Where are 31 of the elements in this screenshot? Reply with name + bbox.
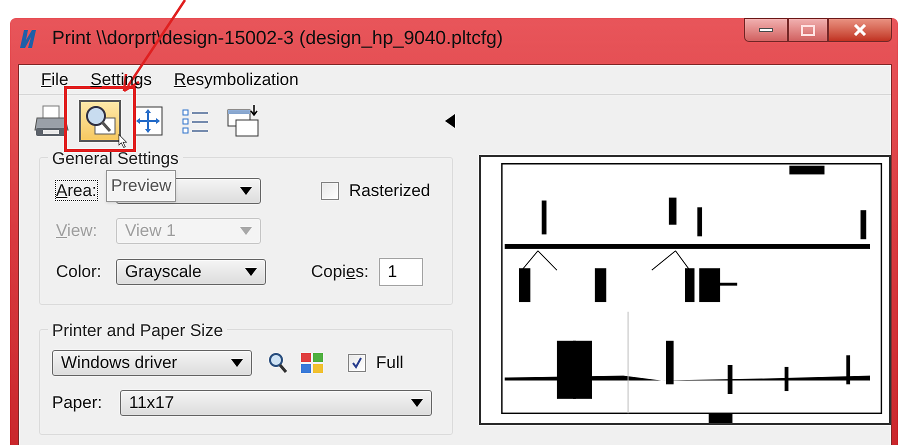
checkbox-label: Full (376, 352, 404, 374)
windows-logo-icon[interactable] (300, 352, 324, 374)
maximize-button[interactable] (788, 18, 828, 42)
menu-item[interactable]: Resymbolization (174, 66, 299, 92)
copies-field[interactable]: 1 (378, 258, 423, 286)
dropdown[interactable]: 11x17 (120, 390, 432, 416)
caret-icon (231, 359, 243, 367)
dropdown[interactable]: Windows driver (52, 350, 252, 376)
move-arrows-icon[interactable] (133, 106, 163, 136)
window-title: Print \\dorprt\design-15002-3 (design_hp_9040.pltcfg) (52, 26, 504, 51)
collapse-arrow-icon[interactable] (445, 114, 455, 128)
checkbox-label: Rasterized (349, 180, 430, 202)
dropdown[interactable]: Grayscale (116, 259, 266, 285)
checkbox[interactable] (321, 182, 339, 200)
menu-item[interactable]: File (41, 66, 68, 92)
field-label: View: (56, 221, 98, 240)
field-label: Paper: (52, 392, 104, 414)
caret-icon (240, 227, 252, 235)
field-label: Area: (56, 181, 97, 200)
caret-icon (240, 187, 252, 195)
checkbox[interactable] (348, 354, 366, 372)
close-icon (853, 24, 867, 36)
caret-icon (245, 268, 257, 276)
tooltip: Preview (106, 170, 176, 202)
field-label: Color: (56, 262, 102, 281)
minimize-button[interactable] (744, 18, 788, 42)
cursor-icon (118, 134, 128, 148)
close-button[interactable] (828, 18, 892, 42)
caret-icon (411, 399, 423, 407)
search-icon[interactable] (268, 352, 288, 374)
field-label: Copies: (311, 261, 369, 284)
